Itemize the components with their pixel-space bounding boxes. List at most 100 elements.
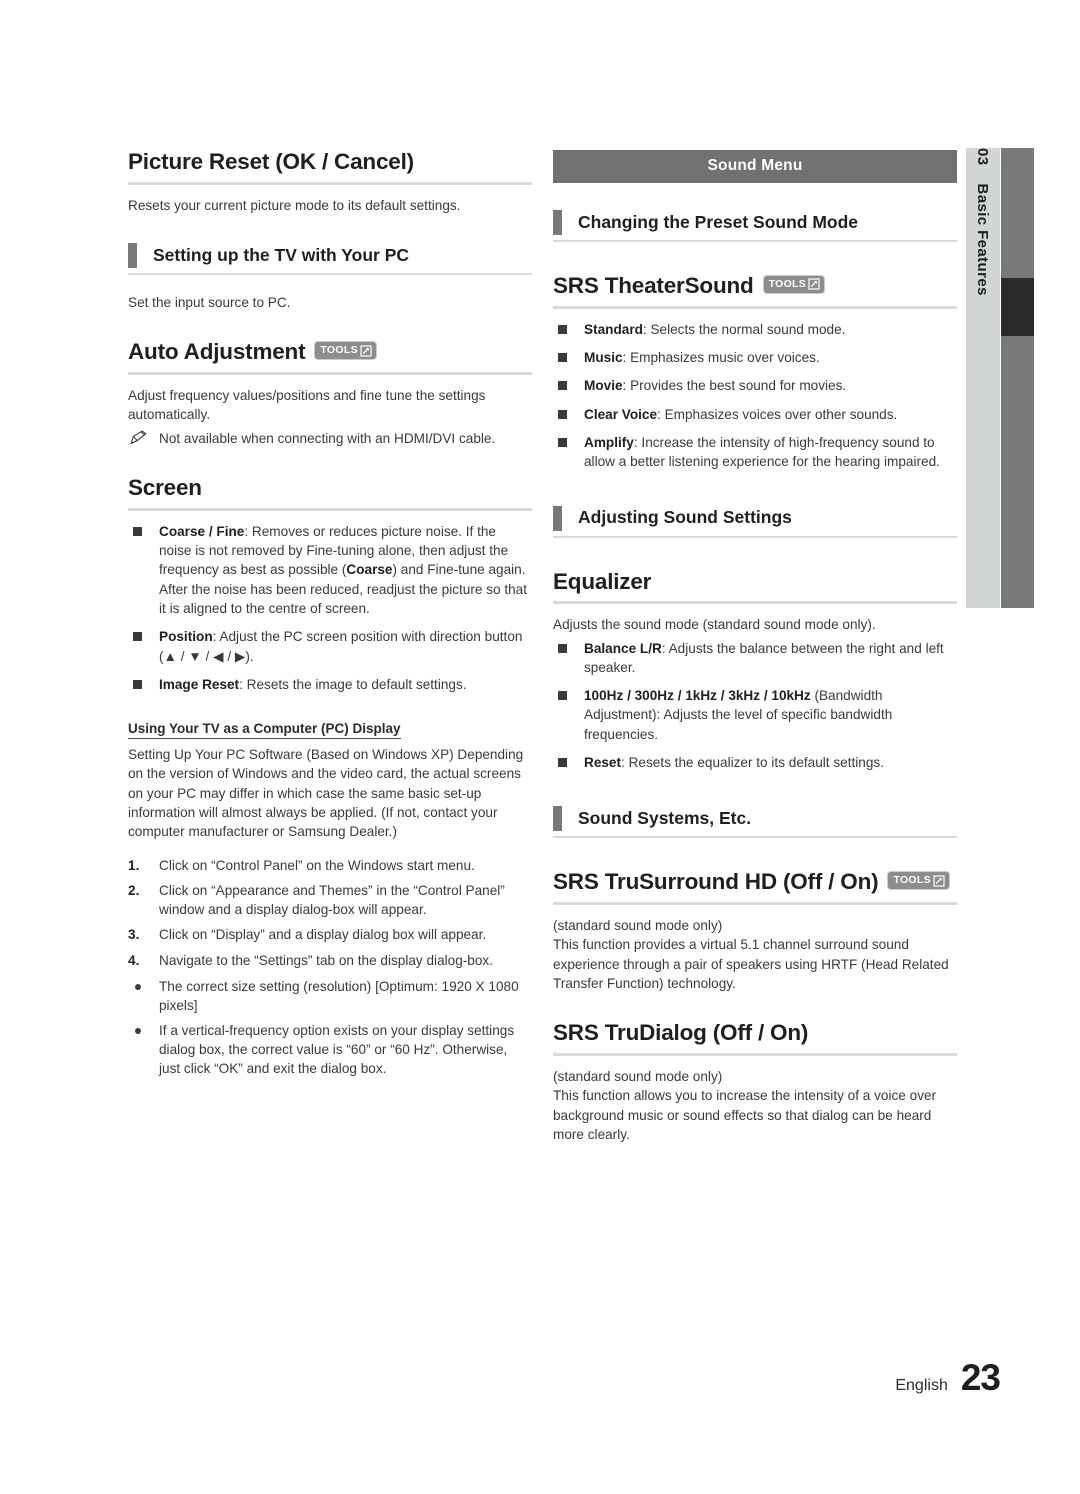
section-bar-icon xyxy=(553,505,562,531)
screen-item-1-rest: : Adjust the PC screen position with dir… xyxy=(159,629,523,664)
list-item: 100Hz / 300Hz / 1kHz / 3kHz / 10kHz (Ban… xyxy=(553,686,957,744)
chapter-side-tab-text: 03 Basic Features xyxy=(966,148,1000,608)
auto-adjustment-body: Adjust frequency values/positions and fi… xyxy=(128,388,486,423)
sound-systems-section-heading: Sound Systems, Etc. xyxy=(553,806,957,832)
preset-sound-mode-section-title: Changing the Preset Sound Mode xyxy=(578,211,859,232)
list-item: Balance L/R: Adjusts the balance between… xyxy=(553,639,957,678)
theatersound-item-1-term: Music xyxy=(584,350,623,366)
picture-reset-heading: Picture Reset (OK / Cancel) xyxy=(128,149,532,182)
auto-adjustment-heading-text: Auto Adjustment xyxy=(128,339,306,365)
heading-rule xyxy=(553,902,957,906)
screen-item-2-rest: : Resets the image to default settings. xyxy=(239,676,467,692)
srs-trudialog-body: This function allows you to increase the… xyxy=(553,1088,937,1142)
theatersound-item-0-rest: : Selects the normal sound mode. xyxy=(642,321,846,337)
pc-display-intro: Setting Up Your PC Software (Based on Wi… xyxy=(128,747,524,840)
list-item: Movie: Provides the best sound for movie… xyxy=(553,376,957,395)
list-item: Position: Adjust the PC screen position … xyxy=(128,627,532,666)
section-rule xyxy=(553,836,957,839)
sound-systems-section-title: Sound Systems, Etc. xyxy=(578,808,752,829)
screen-heading-text: Screen xyxy=(128,474,202,500)
list-item: Click on “Control Panel” on the Windows … xyxy=(128,856,475,876)
section-rule xyxy=(128,273,532,276)
srs-trusurround-heading-text: SRS TruSurround HD (Off / On) xyxy=(553,869,879,895)
srs-theatersound-heading: SRS TheaterSound TOOLS xyxy=(553,273,957,306)
srs-theatersound-modes-list: Standard: Selects the normal sound mode.… xyxy=(553,320,957,472)
list-item: Click on “Display” and a display dialog … xyxy=(128,925,487,945)
theatersound-item-3-term: Clear Voice xyxy=(584,406,658,422)
heading-rule xyxy=(128,372,532,376)
equalizer-heading-text: Equalizer xyxy=(553,568,652,594)
heading-rule xyxy=(553,1053,957,1057)
preset-sound-mode-section-heading: Changing the Preset Sound Mode xyxy=(553,210,957,235)
srs-trudialog-heading-text: SRS TruDialog (Off / On) xyxy=(553,1020,809,1046)
tools-badge: TOOLS xyxy=(887,871,950,891)
auto-adjustment-heading: Auto Adjustment TOOLS xyxy=(128,340,532,372)
pc-display-subheading-wrap: Using Your TV as a Computer (PC) Display xyxy=(128,720,532,745)
srs-trusurround-body: This function provides a virtual 5.1 cha… xyxy=(553,937,949,991)
section-bar-icon xyxy=(553,210,562,235)
pencil-note-icon xyxy=(130,430,147,445)
setting-up-pc-body: Set the input source to PC. xyxy=(128,295,291,311)
enter-arrow-icon xyxy=(360,345,372,357)
srs-trusurround-heading: SRS TruSurround HD (Off / On) TOOLS xyxy=(553,870,957,902)
pc-display-subheading: Using Your TV as a Computer (PC) Display xyxy=(128,721,401,740)
theatersound-item-2-rest: : Provides the best sound for movies. xyxy=(622,378,847,394)
screen-heading: Screen xyxy=(128,474,532,508)
list-item: Standard: Selects the normal sound mode. xyxy=(553,320,957,339)
chapter-side-tab: 03 Basic Features xyxy=(966,148,1000,608)
screen-item-2-term: Image Reset xyxy=(159,676,240,692)
equalizer-item-2-term: Reset xyxy=(584,755,622,771)
theatersound-item-2-term: Movie xyxy=(584,378,623,394)
theatersound-item-3-rest: : Emphasizes voices over other sounds. xyxy=(657,406,898,422)
footer-language: English xyxy=(895,1377,948,1394)
theatersound-item-4-rest: : Increase the intensity of high-frequen… xyxy=(584,434,940,470)
sound-menu-bar: Sound Menu xyxy=(553,150,957,183)
section-rule xyxy=(553,240,957,242)
auto-adjustment-note-text: Not available when connecting with an HD… xyxy=(159,430,496,446)
list-item: Navigate to the “Settings” tab on the di… xyxy=(128,951,494,971)
theatersound-item-0-term: Standard xyxy=(584,321,643,337)
tools-badge-label: TOOLS xyxy=(320,344,358,357)
tools-badge-label: TOOLS xyxy=(893,874,931,887)
equalizer-body: Adjusts the sound mode (standard sound m… xyxy=(553,617,876,633)
right-column: Sound Menu Changing the Preset Sound Mod… xyxy=(553,150,957,1158)
manual-page: 03 Basic Features Picture Reset (OK / Ca… xyxy=(0,0,1080,1494)
setting-up-pc-section-heading: Setting up the TV with Your PC xyxy=(128,243,532,269)
heading-rule xyxy=(128,507,532,511)
theatersound-item-4-term: Amplify xyxy=(584,434,634,450)
pc-display-bullets: The correct size setting (resolution) [O… xyxy=(128,977,532,1078)
section-bar-icon xyxy=(128,243,137,269)
list-item: If a vertical-frequency option exists on… xyxy=(128,1021,532,1079)
chapter-index-bar xyxy=(1001,148,1034,608)
tools-badge: TOOLS xyxy=(762,274,826,294)
heading-rule xyxy=(128,181,532,185)
auto-adjustment-note: Not available when connecting with an HD… xyxy=(128,429,532,448)
chapter-label: Basic Features xyxy=(974,183,992,296)
equalizer-item-2-rest: : Resets the equalizer to its default se… xyxy=(621,755,884,771)
section-bar-icon xyxy=(553,806,562,832)
tools-badge: TOOLS xyxy=(314,341,377,361)
list-item: The correct size setting (resolution) [O… xyxy=(128,977,532,1016)
list-item: Reset: Resets the equalizer to its defau… xyxy=(553,753,957,772)
heading-rule xyxy=(553,305,957,309)
setting-up-pc-section-title: Setting up the TV with Your PC xyxy=(153,244,410,265)
page-footer: English 23 xyxy=(895,1357,1001,1399)
picture-reset-body: Resets your current picture mode to its … xyxy=(128,197,461,213)
section-rule xyxy=(553,535,957,538)
list-item: Click on “Appearance and Themes” in the … xyxy=(128,881,505,918)
enter-arrow-icon xyxy=(808,278,820,290)
srs-theatersound-heading-text: SRS TheaterSound xyxy=(553,273,754,298)
list-item: Image Reset: Resets the image to default… xyxy=(128,675,532,694)
theatersound-item-1-rest: : Emphasizes music over voices. xyxy=(622,350,820,366)
adjusting-sound-settings-section-heading: Adjusting Sound Settings xyxy=(553,505,957,531)
list-item: Clear Voice: Emphasizes voices over othe… xyxy=(553,405,957,424)
